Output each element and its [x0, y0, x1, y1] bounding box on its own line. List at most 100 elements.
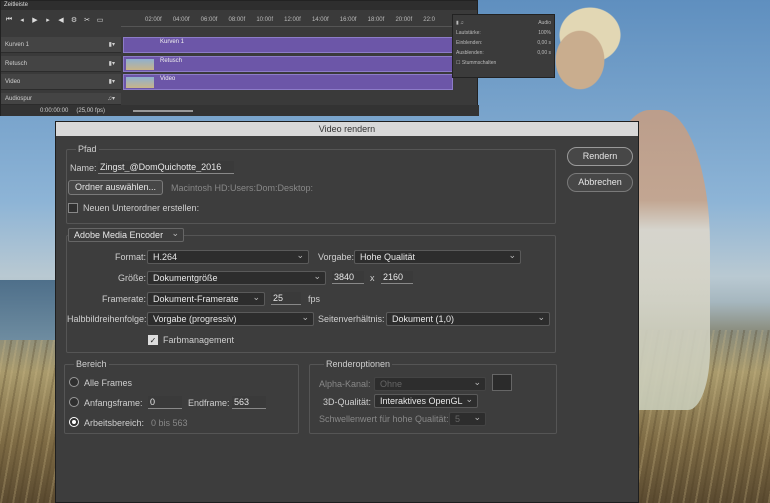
work-area-value: 0 bis 563: [151, 418, 188, 428]
volume-label: Lautstärke:: [456, 30, 481, 36]
zoom-slider[interactable]: [133, 109, 194, 112]
track-header-retusch[interactable]: Retusch ▮▾: [1, 56, 121, 72]
film-icon[interactable]: ▮ ♫: [456, 20, 464, 26]
preset-select[interactable]: Hohe Qualität: [354, 249, 521, 264]
film-icon[interactable]: ▮▾: [109, 37, 115, 52]
start-frame-field[interactable]: [148, 396, 182, 409]
start-frame-radio[interactable]: [69, 397, 79, 407]
size-select[interactable]: Dokumentgröße: [147, 270, 326, 285]
size-x-label: x: [370, 273, 375, 283]
music-icon[interactable]: ♫▾: [107, 93, 115, 104]
fps-readout: (25,00 fps): [76, 107, 106, 114]
timeline-panel: Zeitleiste ⏮ ◂ ▶ ▸ ◀ ⚙ ✂ ▭ 02:00f 04:00f…: [0, 0, 479, 116]
ruler-tick: 18:00f: [367, 16, 385, 23]
end-frame-label: Endframe:: [188, 398, 230, 408]
height-field[interactable]: [381, 271, 413, 284]
choose-folder-button[interactable]: Ordner auswählen...: [68, 180, 163, 195]
clip-retusch[interactable]: Retusch: [123, 56, 453, 72]
scissors-icon[interactable]: ✂: [82, 16, 92, 24]
ruler-tick: 06:00f: [200, 16, 218, 23]
size-label: Größe:: [118, 273, 147, 283]
clip-label: Video: [160, 76, 176, 82]
ruler-tick: 10:00f: [256, 16, 273, 23]
format-select[interactable]: H.264: [147, 249, 309, 264]
framerate-select[interactable]: Dokument-Framerate: [147, 291, 265, 306]
start-frame-label: Anfangsframe:: [84, 398, 143, 408]
ruler-tick: 02:00f: [145, 16, 162, 23]
fade-in-value: 0,00 s: [537, 40, 551, 46]
render-button[interactable]: Rendern: [567, 147, 633, 166]
timecode: 0:00:00:00: [40, 107, 69, 114]
subfolder-checkbox[interactable]: [68, 203, 78, 213]
preset-label: Vorgabe:: [318, 252, 355, 262]
prev-frame-icon[interactable]: ◂: [17, 16, 27, 24]
fps-unit: fps: [308, 294, 321, 304]
ruler-tick: 22:0: [423, 16, 435, 23]
work-area-label: Arbeitsbereich:: [84, 418, 145, 428]
transport-controls: ⏮ ◂ ▶ ▸ ◀ ⚙ ✂ ▭: [1, 13, 121, 27]
all-frames-radio[interactable]: [69, 377, 79, 387]
clip-label: Retusch: [160, 58, 183, 64]
track-name: Retusch: [5, 61, 28, 67]
track-header-video[interactable]: Video ▮▾: [1, 74, 121, 90]
clip-kurven[interactable]: Kurven 1: [123, 37, 453, 53]
alpha-label: Alpha-Kanal:: [319, 379, 371, 389]
color-management-label: Farbmanagement: [163, 335, 235, 345]
threshold-label: Schwellenwert für hohe Qualität:: [319, 414, 449, 424]
ruler-tick: 16:00f: [339, 16, 357, 23]
timeline-footer: 0:00:00:00 (25,00 fps): [1, 105, 479, 116]
first-frame-icon[interactable]: ⏮: [4, 16, 14, 24]
format-label: Format:: [115, 252, 147, 262]
render-options-title: Renderoptionen: [324, 359, 393, 369]
width-field[interactable]: [332, 271, 364, 284]
clip-video[interactable]: Video: [123, 74, 453, 90]
cancel-button[interactable]: Abbrechen: [567, 173, 633, 192]
render-video-dialog: Video rendern Pfad Name: Ordner auswähle…: [55, 121, 639, 503]
alpha-select[interactable]: Ohne: [374, 376, 486, 391]
audio-icon[interactable]: ◀: [56, 16, 66, 24]
ruler-tick: 14:00f: [311, 16, 329, 23]
track-header-audio[interactable]: Audiospur ♫▾: [1, 93, 121, 105]
transition-icon[interactable]: ▭: [95, 16, 105, 24]
threshold-select[interactable]: 5: [449, 411, 486, 426]
clip-thumbnail: [126, 59, 154, 70]
play-icon[interactable]: ▶: [30, 16, 40, 24]
settings-icon[interactable]: ⚙: [69, 16, 79, 24]
framerate-label: Framerate:: [102, 294, 147, 304]
mute-label: Stummschalten: [461, 60, 497, 66]
fade-in-label: Einblenden:: [456, 40, 483, 46]
aspect-label: Seitenverhältnis:: [318, 314, 385, 324]
fps-field[interactable]: [271, 292, 301, 305]
all-frames-label: Alle Frames: [84, 378, 133, 388]
ruler-tick: 08:00f: [228, 16, 246, 23]
folder-path: Macintosh HD:Users:Dom:Desktop:: [171, 183, 314, 193]
fade-out-label: Ausblenden:: [456, 50, 484, 56]
track-name: Audiospur: [5, 96, 33, 102]
name-label: Name:: [70, 163, 97, 173]
matte-color-swatch[interactable]: [492, 374, 512, 391]
track-name: Video: [5, 79, 21, 85]
work-area-radio[interactable]: [69, 417, 79, 427]
mute-checkbox[interactable]: ☐ Stummschalten: [456, 60, 496, 66]
color-management-checkbox[interactable]: ✓: [148, 335, 158, 345]
film-icon[interactable]: ▮▾: [109, 74, 115, 89]
audio-panel: ▮ ♫ Audio Lautstärke: 100% Einblenden: 0,00…: [452, 14, 555, 78]
aspect-select[interactable]: Dokument (1,0): [386, 311, 550, 326]
quality-3d-select[interactable]: Interaktives OpenGL: [374, 393, 478, 408]
encoder-select[interactable]: Adobe Media Encoder: [68, 227, 184, 242]
background-sea: [0, 280, 56, 340]
path-section-title: Pfad: [76, 144, 99, 154]
film-icon[interactable]: ▮▾: [109, 56, 115, 71]
next-frame-icon[interactable]: ▸: [43, 16, 53, 24]
time-ruler[interactable]: 02:00f 04:00f 06:00f 08:00f 10:00f 12:00…: [121, 13, 459, 27]
end-frame-field[interactable]: [232, 396, 266, 409]
dialog-title: Video rendern: [56, 122, 638, 136]
timeline-title: Zeitleiste: [1, 1, 477, 10]
quality-3d-label: 3D-Qualität:: [323, 397, 372, 407]
field-order-select[interactable]: Vorgabe (progressiv): [147, 311, 314, 326]
name-field[interactable]: [98, 161, 234, 174]
audio-panel-title: Audio: [538, 20, 551, 26]
range-section-title: Bereich: [74, 359, 109, 369]
volume-value: 100%: [538, 30, 551, 36]
track-header-kurven[interactable]: Kurven 1 ▮▾: [1, 37, 121, 53]
